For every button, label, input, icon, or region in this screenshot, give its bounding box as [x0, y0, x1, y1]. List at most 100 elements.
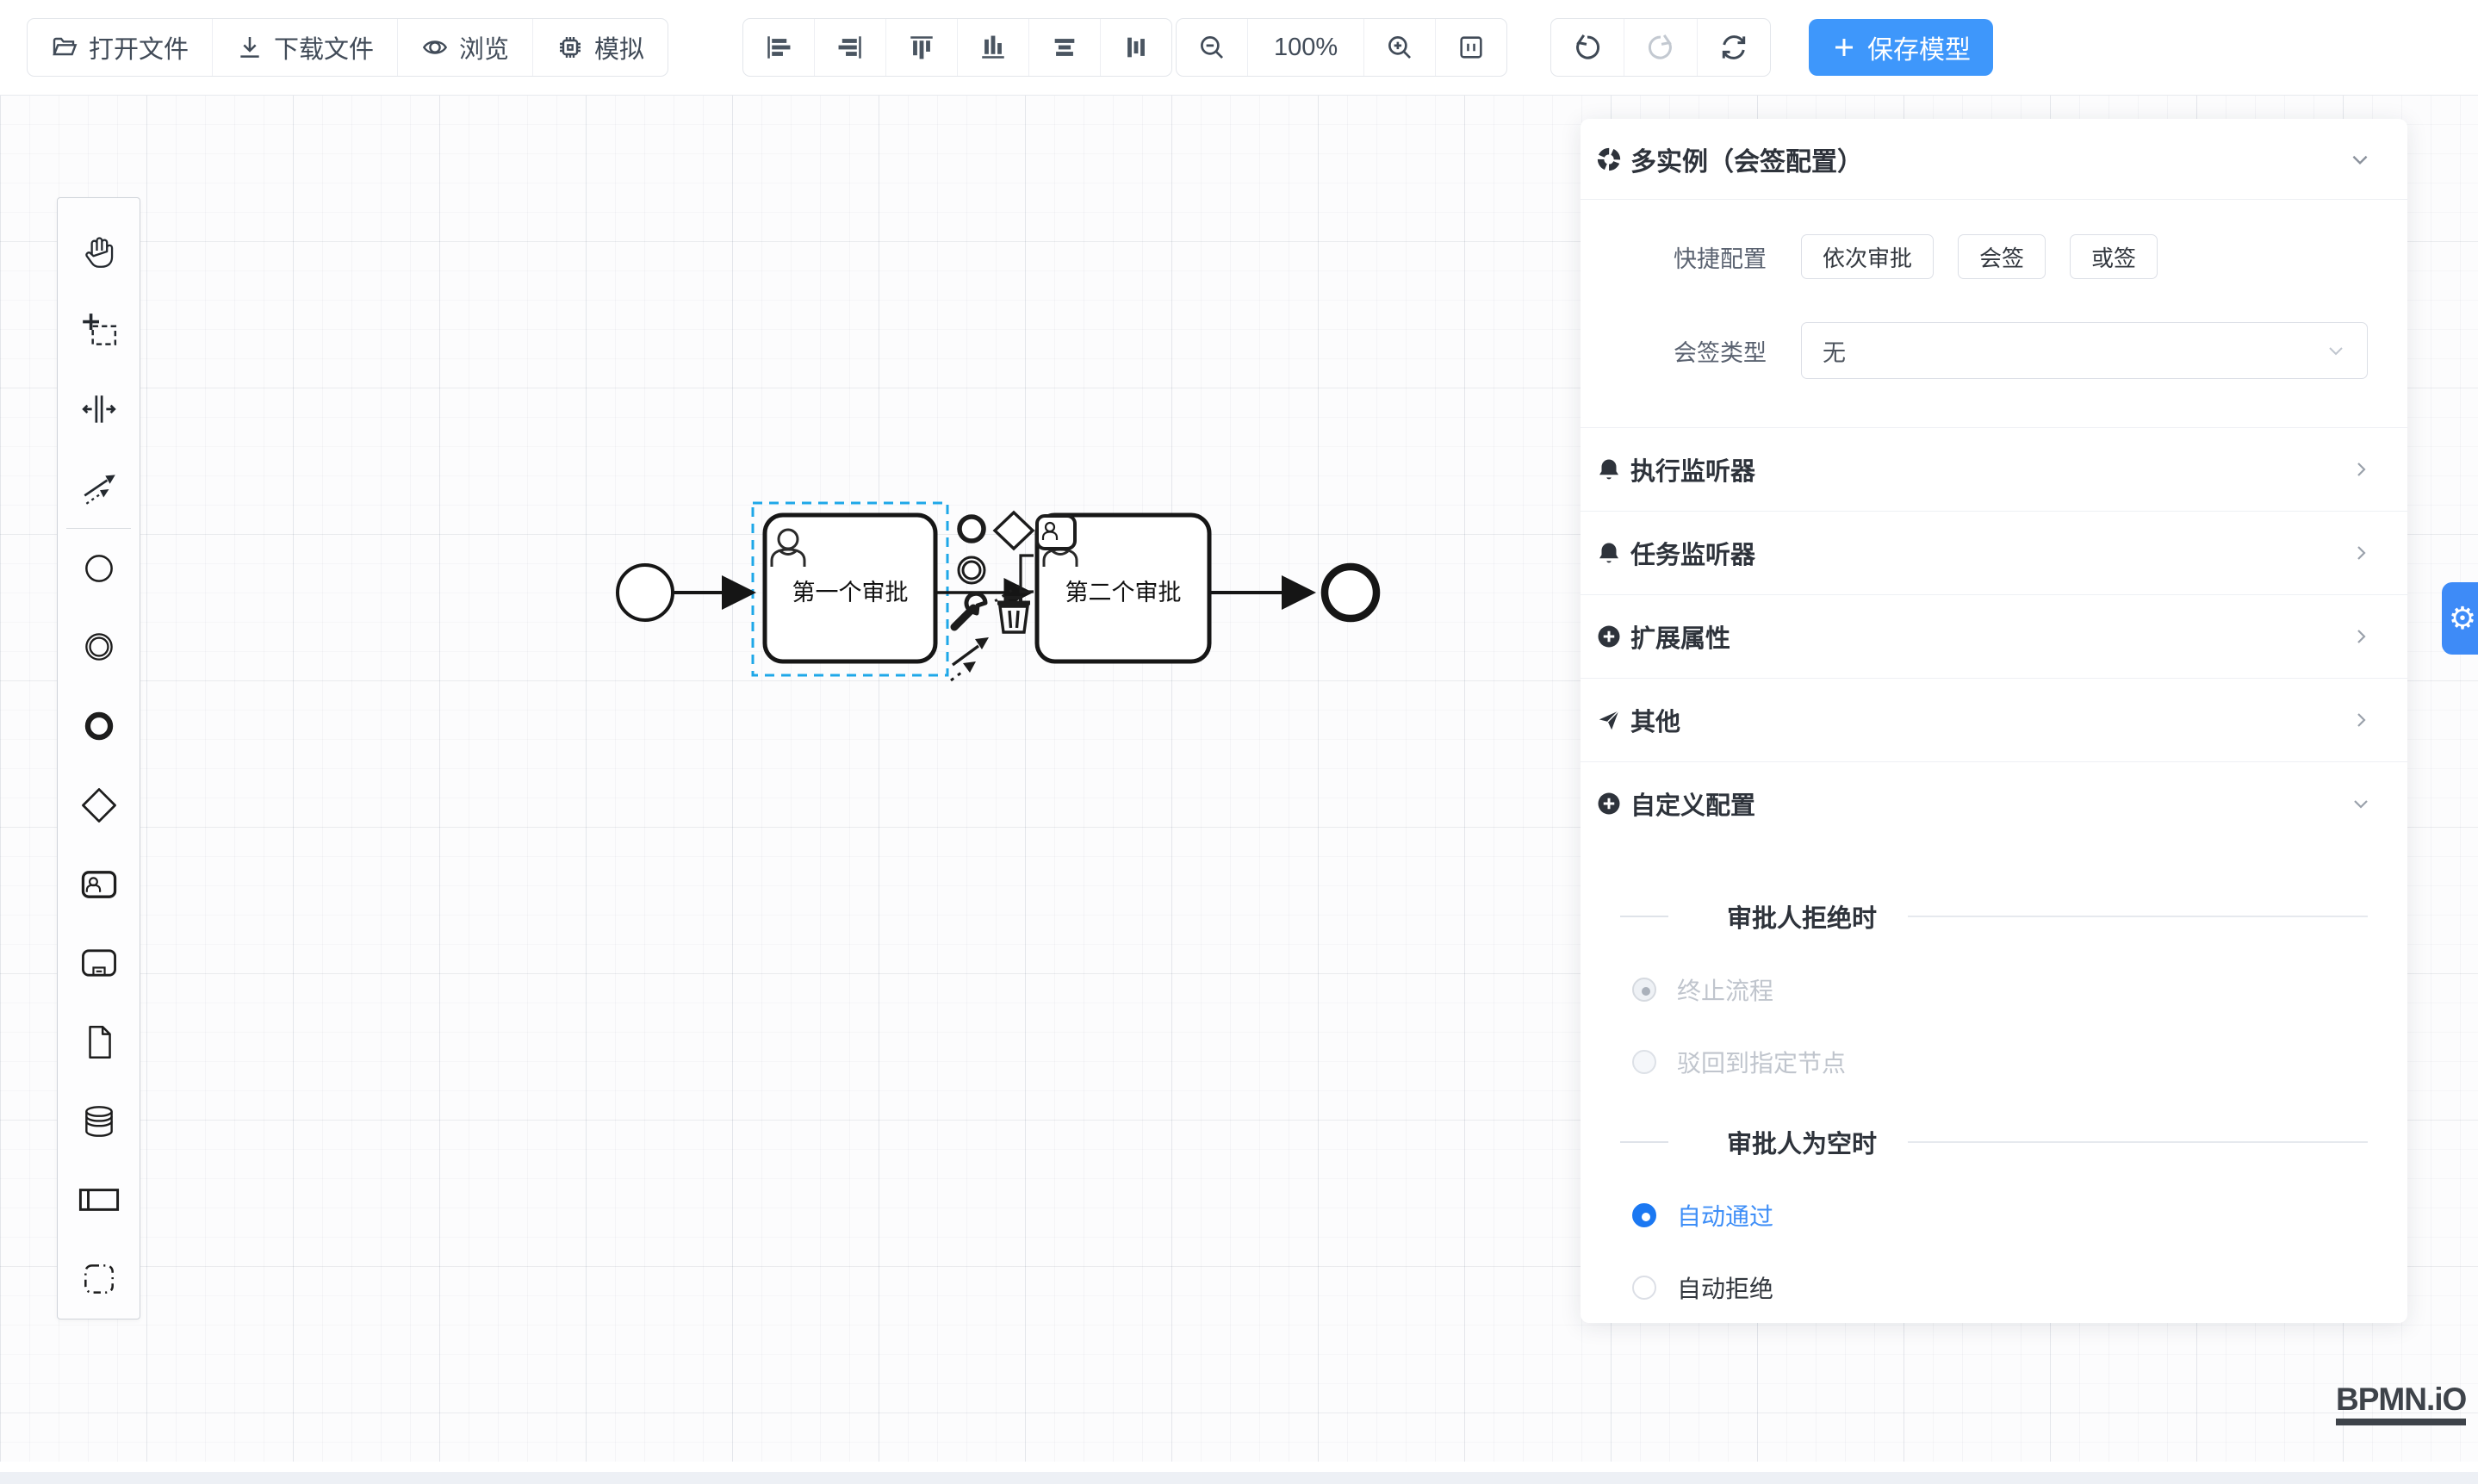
- create-data-store[interactable]: [57, 1082, 140, 1161]
- hand-tool[interactable]: [57, 212, 140, 291]
- download-file-button[interactable]: 下载文件: [213, 19, 398, 76]
- wrench-icon[interactable]: [954, 593, 985, 627]
- radio-label: 自动通过: [1677, 1198, 1773, 1233]
- lasso-tool[interactable]: [57, 291, 140, 370]
- quick-option-sequential[interactable]: 依次审批: [1801, 234, 1934, 279]
- append-gateway-icon[interactable]: [995, 512, 1033, 549]
- reject-group-divider: 审批人拒绝时: [1620, 898, 2368, 934]
- radio-icon[interactable]: [1632, 1276, 1656, 1300]
- chip-icon: [556, 34, 584, 61]
- align-left-button[interactable]: [743, 19, 815, 76]
- create-participant[interactable]: [57, 1161, 140, 1240]
- scrollbar-gap: [0, 1462, 2478, 1472]
- radio-icon[interactable]: [1632, 978, 1656, 1002]
- task-first-approval[interactable]: 第一个审批: [765, 515, 935, 661]
- create-end-event[interactable]: [57, 686, 140, 766]
- connect-tool-icon[interactable]: [951, 637, 989, 680]
- chevron-down-icon: [2351, 793, 2371, 814]
- subprocess-icon: [78, 942, 120, 984]
- create-gateway[interactable]: [57, 766, 140, 845]
- space-tool[interactable]: [57, 369, 140, 449]
- redo-button[interactable]: [1624, 19, 1698, 76]
- start-event[interactable]: [618, 565, 673, 620]
- section-label: 执行监听器: [1630, 451, 1755, 487]
- append-user-task-icon[interactable]: [1037, 516, 1075, 549]
- align-bottom-button[interactable]: [958, 19, 1029, 76]
- align-center-horizontal-icon: [1050, 33, 1079, 62]
- create-intermediate-event[interactable]: [57, 608, 140, 687]
- chevron-right-icon: [2351, 459, 2371, 480]
- quick-config-label: 快捷配置: [1620, 240, 1767, 274]
- radio-auto-pass[interactable]: 自动通过: [1632, 1198, 2368, 1233]
- bpmn-designer-app: 第一个审批 第二个审批: [0, 0, 2478, 1484]
- create-group[interactable]: [57, 1239, 140, 1319]
- align-button-group: [742, 18, 1172, 77]
- section-other[interactable]: 其他: [1581, 678, 2407, 761]
- multi-instance-section-header[interactable]: 多实例（会签配置）: [1581, 119, 2407, 200]
- chevron-down-icon[interactable]: [2349, 148, 2371, 171]
- create-data-object[interactable]: [57, 1003, 140, 1082]
- download-file-label: 下载文件: [274, 29, 374, 65]
- section-extension-properties[interactable]: 扩展属性: [1581, 594, 2407, 678]
- task1-label: 第一个审批: [792, 580, 909, 605]
- eye-icon: [421, 34, 449, 61]
- create-subprocess[interactable]: [57, 923, 140, 1003]
- create-user-task[interactable]: [57, 845, 140, 924]
- append-intermediate-event-icon[interactable]: [959, 557, 984, 583]
- radio-auto-reject[interactable]: 自动拒绝: [1632, 1270, 2368, 1305]
- section-task-listener[interactable]: 任务监听器: [1581, 511, 2407, 594]
- simulate-button[interactable]: 模拟: [533, 19, 668, 76]
- lasso-icon: [79, 311, 119, 351]
- append-end-event-icon[interactable]: [960, 517, 984, 541]
- align-middle-vertical-button[interactable]: [1101, 19, 1171, 76]
- properties-panel: 多实例（会签配置） 快捷配置 依次审批 会签 或签 会签类型 无: [1581, 119, 2407, 1323]
- multi-instance-body: 快捷配置 依次审批 会签 或签 会签类型 无: [1581, 200, 2407, 427]
- open-file-button[interactable]: 打开文件: [28, 19, 213, 76]
- section-custom-config[interactable]: 自定义配置: [1581, 761, 2407, 845]
- zoom-in-icon: [1385, 33, 1414, 62]
- radio-icon[interactable]: [1632, 1203, 1656, 1227]
- append-text-annotation-icon[interactable]: [1021, 556, 1034, 592]
- preview-button[interactable]: 浏览: [398, 19, 533, 76]
- zoom-out-button[interactable]: [1177, 19, 1248, 76]
- section-execution-listener[interactable]: 执行监听器: [1581, 427, 2407, 511]
- history-button-group: [1550, 18, 1771, 77]
- quick-option-orsign[interactable]: 或签: [2070, 234, 2158, 279]
- align-right-icon: [835, 33, 865, 62]
- bell-icon: [1596, 540, 1622, 566]
- create-start-event[interactable]: [57, 529, 140, 608]
- fit-viewport-icon: [1456, 33, 1486, 62]
- zoom-in-button[interactable]: [1364, 19, 1436, 76]
- zoom-level-display: 100%: [1248, 19, 1364, 76]
- plus-icon: [1831, 34, 1857, 60]
- sign-type-label: 会签类型: [1620, 334, 1767, 368]
- folder-open-icon: [51, 34, 78, 61]
- hand-icon: [79, 232, 119, 271]
- settings-tab[interactable]: ⚙: [2442, 582, 2478, 655]
- undo-button[interactable]: [1551, 19, 1624, 76]
- data-object-icon: [79, 1022, 119, 1062]
- reset-button[interactable]: [1698, 19, 1770, 76]
- preview-label: 浏览: [459, 29, 509, 65]
- data-store-icon: [79, 1102, 119, 1141]
- open-file-label: 打开文件: [89, 29, 189, 65]
- save-model-button[interactable]: 保存模型: [1809, 19, 1993, 76]
- sign-type-select[interactable]: 无: [1801, 322, 2368, 379]
- trash-icon[interactable]: [997, 598, 1030, 632]
- end-event[interactable]: [1325, 567, 1376, 618]
- panel-title: 多实例（会签配置）: [1630, 140, 1863, 178]
- align-right-button[interactable]: [815, 19, 886, 76]
- radio-terminate-process[interactable]: 终止流程: [1632, 972, 2368, 1007]
- radio-icon[interactable]: [1632, 1050, 1656, 1074]
- sign-type-row: 会签类型 无: [1620, 322, 2368, 379]
- horizontal-scrollbar[interactable]: [0, 1472, 2478, 1484]
- undo-icon: [1572, 32, 1603, 63]
- radio-return-to-node[interactable]: 驳回到指定节点: [1632, 1045, 2368, 1079]
- empty-group-divider: 审批人为空时: [1620, 1124, 2368, 1160]
- fit-viewport-button[interactable]: [1436, 19, 1506, 76]
- align-left-icon: [764, 33, 793, 62]
- global-connect-tool[interactable]: [57, 449, 140, 528]
- align-top-button[interactable]: [886, 19, 958, 76]
- align-center-horizontal-button[interactable]: [1029, 19, 1101, 76]
- quick-option-countersign[interactable]: 会签: [1958, 234, 2046, 279]
